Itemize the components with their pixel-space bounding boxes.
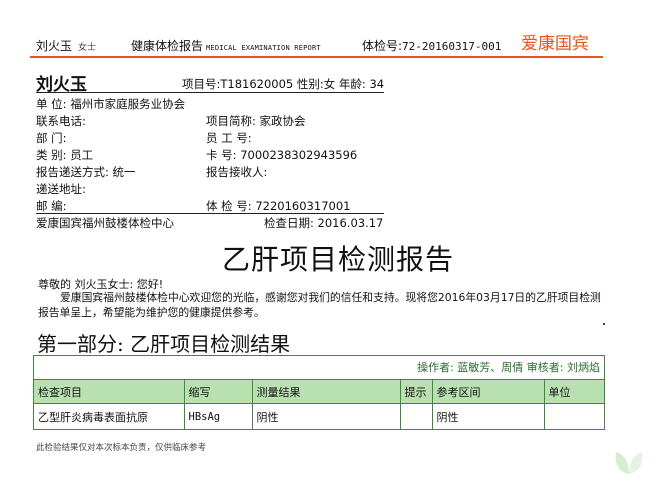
cell-hint xyxy=(400,403,433,429)
field-unit-value: 福州市家庭服务业协会 xyxy=(70,97,186,111)
field-category: 类 别: 员工 xyxy=(36,148,94,162)
table-staff-line: 操作者: 蓝敏芳、周倩 审核者: 刘炳焰 xyxy=(34,356,604,380)
field-phone: 联系电话: xyxy=(36,114,86,128)
col-header-result: 测量结果 xyxy=(252,380,401,404)
field-project-abbr-value: 家政协会 xyxy=(259,114,306,128)
leaf-logo-icon xyxy=(612,446,646,480)
field-receiver: 报告接收人: xyxy=(206,165,268,179)
cell-reference: 阴性 xyxy=(432,403,545,429)
patient-meta: 项目号:T181620005 性别:女 年龄: 34 xyxy=(182,77,385,91)
cell-unit xyxy=(544,404,604,430)
exam-date: 检查日期: 2016.03.17 xyxy=(264,216,384,230)
col-header-reference: 参考区间 xyxy=(432,380,545,404)
header-patient-name: 刘火玉 女士 xyxy=(36,39,97,53)
field-unit: 单 位: 福州市家庭服务业协会 xyxy=(36,97,186,111)
footnote: 此检验结果仅对本次标本负责，仅供临床参考 xyxy=(36,443,207,453)
col-header-abbr: 缩写 xyxy=(184,380,253,404)
cell-item: 乙型肝炎病毒表面抗原 xyxy=(34,403,185,429)
field-postcode: 邮 编: xyxy=(36,199,67,213)
field-delivery: 报告递送方式: 统一 xyxy=(36,165,136,179)
stray-mark xyxy=(603,323,605,325)
patient-block-underline xyxy=(36,213,384,214)
header-salutation: 女士 xyxy=(78,43,97,53)
table-row: 乙型肝炎病毒表面抗原 HBsAg 阴性 阴性 xyxy=(34,403,604,430)
brand-logo-text: 爱康国宾 xyxy=(521,34,589,54)
field-card-value: 7000238302943596 xyxy=(240,148,358,162)
field-exam-no-value: 7220160317001 xyxy=(255,199,351,213)
exam-center: 爱康国宾福州鼓楼体检中心 xyxy=(36,216,174,230)
col-header-unit: 单位 xyxy=(544,380,604,404)
header-exam-number: 体检号:72-20160317-001 xyxy=(362,39,502,53)
intro-paragraph: 爱康国宾福州鼓楼体检中心欢迎您的光临，感谢您对我们的信任和支持。现将您2016年… xyxy=(38,291,601,319)
patient-name-underline xyxy=(36,92,384,93)
header-report-title: 健康体检报告 MEDICAL EXAMINATION REPORT xyxy=(131,39,321,53)
field-employee-no: 员 工 号: xyxy=(206,131,252,145)
field-address: 递送地址: xyxy=(36,182,86,196)
cell-abbr: HBsAg xyxy=(184,403,253,429)
section-title: 第一部分: 乙肝项目检测结果 xyxy=(37,332,291,356)
results-table: 操作者: 蓝敏芳、周倩 审核者: 刘炳焰 检查项目 缩写 测量结果 提示 参考区… xyxy=(33,355,605,430)
field-delivery-value: 统一 xyxy=(112,165,136,179)
field-exam-no: 体 检 号: 7220160317001 xyxy=(206,199,351,213)
col-header-item: 检查项目 xyxy=(34,380,185,404)
report-title: 乙肝项目检测报告 xyxy=(222,243,455,276)
results-grid: 检查项目 缩写 测量结果 提示 参考区间 单位 乙型肝炎病毒表面抗原 HBsAg… xyxy=(34,380,604,429)
field-category-value: 员工 xyxy=(70,148,94,162)
field-card: 卡 号: 7000238302943596 xyxy=(206,148,358,162)
field-dept: 部 门: xyxy=(36,131,67,145)
cell-result: 阴性 xyxy=(252,403,401,429)
header-divider xyxy=(30,56,603,58)
table-header-row: 检查项目 缩写 测量结果 提示 参考区间 单位 xyxy=(34,380,604,404)
col-header-hint: 提示 xyxy=(400,380,433,404)
header-report-title-en: MEDICAL EXAMINATION REPORT xyxy=(206,44,321,52)
field-project-abbr: 项目简称: 家政协会 xyxy=(206,114,306,128)
